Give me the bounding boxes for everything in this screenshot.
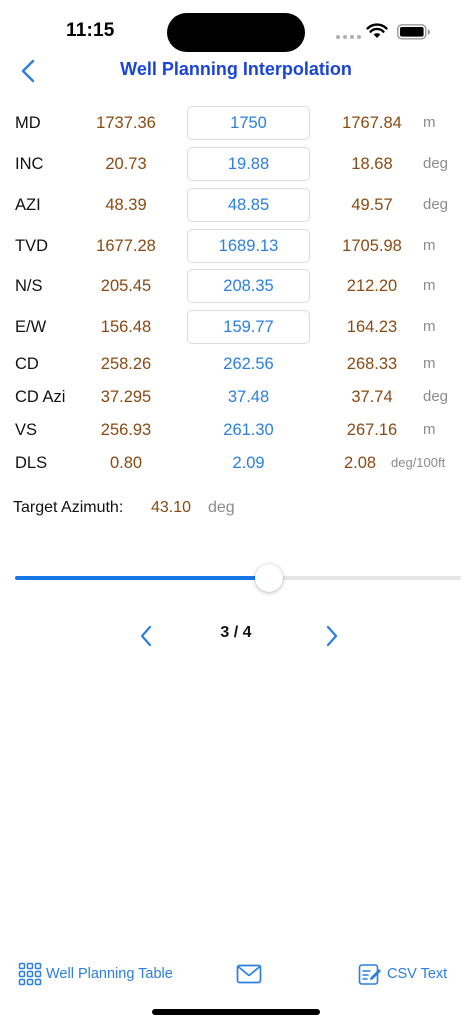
unit-label: m [423,277,436,294]
mail-button[interactable] [236,958,262,990]
cellular-signal-icon [336,35,361,39]
slider-fill [15,576,270,580]
previous-value: 205.45 [100,277,152,295]
unit-label: deg [423,155,449,172]
slider-track [15,576,461,580]
status-time: 11:15 [66,20,115,41]
row-label: TVD [15,237,48,255]
row-label: E/W [15,318,47,336]
next-value: 37.74 [351,388,393,406]
page-title: Well Planning Interpolation [120,59,352,79]
dynamic-island [167,13,305,52]
unit-label: deg [423,196,449,213]
previous-value: 1737.36 [96,114,156,132]
row-label: AZI [15,196,41,214]
row-label: CD [15,355,39,373]
row-ns: N/S 205.45 208.35 212.20 m [0,269,472,303]
well-planning-table-label: Well Planning Table [46,966,173,982]
current-value-field[interactable]: 48.85 [187,188,310,222]
row-label: VS [15,421,38,439]
row-md: MD 1737.36 1750 1767.84 m [0,106,472,140]
current-value-field[interactable]: 1750 [187,106,310,140]
current-value-field[interactable]: 208.35 [187,269,310,303]
pager: 3 / 4 [0,620,472,650]
next-page-chevron-icon[interactable] [322,623,342,649]
slider-thumb[interactable] [255,564,284,592]
well-planning-table-button[interactable]: Well Planning Table [18,958,173,990]
battery-icon [397,24,430,40]
next-value: 18.68 [351,155,393,173]
next-value: 1767.84 [342,114,402,132]
target-azimuth: Target Azimuth: 43.10 deg [13,494,235,522]
previous-value: 1677.28 [96,237,156,255]
previous-value: 0.80 [109,454,143,472]
current-value-field[interactable]: 159.77 [187,310,310,344]
target-azimuth-value: 43.10 [151,499,192,516]
row-label: MD [15,114,41,132]
next-value: 212.20 [346,277,398,295]
previous-value: 258.26 [100,355,152,373]
previous-value: 48.39 [105,196,147,214]
unit-label: m [423,318,436,335]
next-value: 268.33 [346,355,398,373]
row-azi: AZI 48.39 48.85 49.57 deg [0,188,472,222]
unit-label: m [423,114,436,131]
previous-value: 156.48 [100,318,152,336]
row-label: DLS [15,454,48,472]
current-value-field[interactable]: 19.88 [187,147,310,181]
bottom-toolbar: Well Planning Table CSV Text [0,958,472,990]
position-slider[interactable] [15,564,461,592]
row-inc: INC 20.73 19.88 18.68 deg [0,147,472,181]
current-value: 2.09 [232,454,265,472]
home-indicator [152,1009,320,1015]
previous-value: 20.73 [105,155,147,173]
row-label: N/S [15,277,43,295]
wifi-icon [366,23,388,38]
current-value-field[interactable]: 1689.13 [187,229,310,263]
csv-text-button[interactable]: CSV Text [358,958,447,990]
current-value: 262.56 [223,355,274,373]
row-label: INC [15,155,44,173]
row-vs: VS 256.93 261.30 267.16 m [0,413,472,447]
unit-label: deg [423,388,449,405]
target-azimuth-label: Target Azimuth: [13,499,124,516]
status-bar: 11:15 [0,0,472,60]
row-tvd: TVD 1677.28 1689.13 1705.98 m [0,229,472,263]
grid-icon [18,962,42,986]
unit-label: m [423,421,436,438]
row-label: CD Azi [15,388,66,406]
row-cd: CD 258.26 262.56 268.33 m [0,347,472,381]
next-value: 164.23 [346,318,398,336]
square-pencil-icon [358,964,381,985]
row-ew: E/W 156.48 159.77 164.23 m [0,310,472,344]
unit-label: deg/100ft [391,455,446,470]
unit-label: m [423,355,436,372]
csv-text-label: CSV Text [387,966,448,982]
navigation-bar: Well Planning Interpolation [0,55,472,85]
next-value: 49.57 [351,196,393,214]
target-azimuth-unit: deg [208,499,235,516]
row-cd-azi: CD Azi 37.295 37.48 37.74 deg [0,380,472,414]
previous-value: 37.295 [100,388,152,406]
envelope-icon [236,964,262,984]
row-dls: DLS 0.80 2.09 2.08 deg/100ft [0,446,472,480]
previous-value: 256.93 [100,421,152,439]
page-indicator: 3 / 4 [220,624,252,641]
current-value: 261.30 [223,421,274,439]
current-value: 37.48 [227,388,270,406]
next-value: 1705.98 [342,237,402,255]
next-value: 267.16 [346,421,398,439]
unit-label: m [423,237,436,254]
